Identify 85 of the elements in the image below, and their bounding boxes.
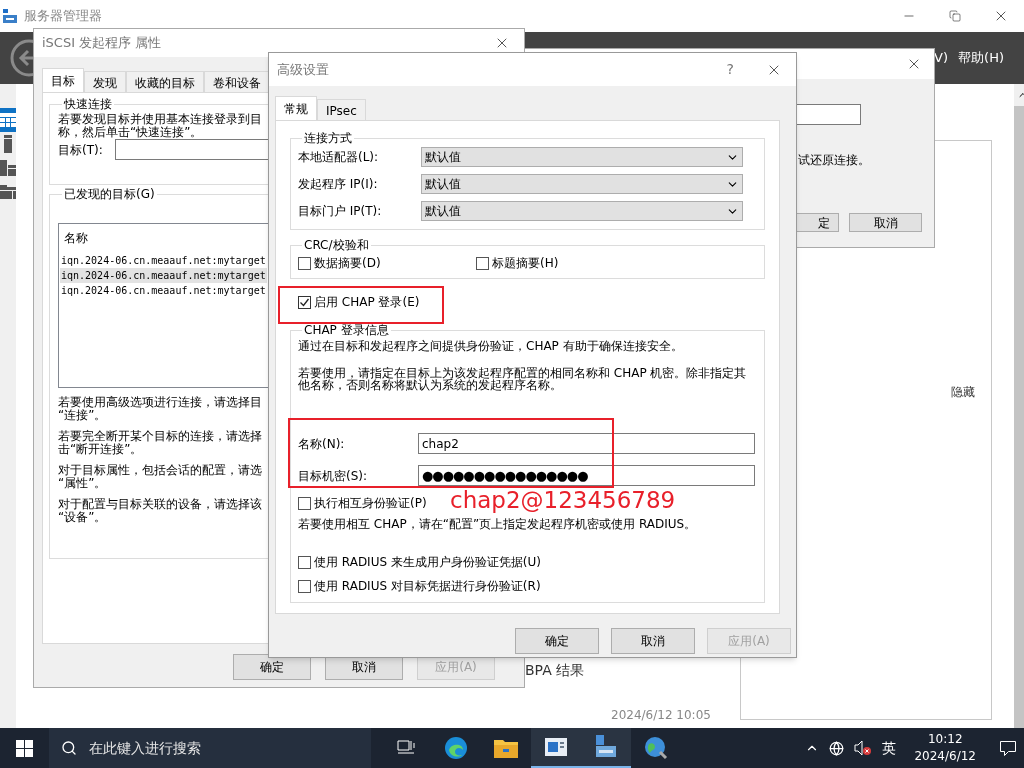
restore-icon[interactable]	[949, 10, 961, 22]
tab[interactable]: 收藏的目标	[126, 71, 204, 92]
checkbox-label: 执行相互身份验证(P)	[314, 495, 427, 512]
group-label: CHAP 登录信息	[303, 322, 390, 339]
description-text: 若要使用，请指定在目标上为该发起程序配置的相同名称和 CHAP 机密。除非指定其他名称，否则名称将默认为系统的发起程序名称。	[298, 367, 748, 391]
tab[interactable]: 卷和设备	[204, 71, 270, 92]
tab[interactable]: 发现	[84, 71, 126, 92]
tab[interactable]: IPsec	[317, 99, 366, 120]
folder-icon	[0, 185, 16, 199]
notification-icon[interactable]	[1000, 740, 1016, 756]
dropdown[interactable]: 默认值	[421, 147, 743, 167]
dialog-button[interactable]: 确定	[515, 628, 599, 654]
help-line: 若要完全断开某个目标的连接，请选择	[58, 430, 262, 443]
globe-icon[interactable]	[644, 736, 668, 760]
group-label: 连接方式	[303, 130, 353, 147]
help-glyph[interactable]: ?	[726, 59, 734, 80]
note-text: 若要使用相互 CHAP，请在“配置”页上指定发起程序机密或使用 RADIUS。	[298, 516, 697, 533]
clock-date[interactable]: 2024/6/12	[914, 748, 976, 765]
column-header[interactable]: 名称	[64, 229, 88, 247]
help-line: “设备”。	[58, 511, 107, 524]
checkbox-label: 标题摘要(H)	[492, 255, 559, 272]
search-field[interactable]: 在此键入进行搜索	[49, 728, 371, 768]
list-row[interactable]: iqn.2024-06.cn.meaauf.net:mytarget	[60, 283, 267, 298]
dropdown[interactable]: 默认值	[421, 174, 743, 194]
group-label: 快速连接	[63, 96, 113, 113]
window-title: 服务器管理器	[24, 7, 102, 26]
list-row[interactable]: iqn.2024-06.cn.meaauf.net:mytarget	[60, 268, 267, 283]
folder-icon[interactable]	[494, 738, 518, 758]
field-label: 目标机密(S):	[298, 467, 369, 485]
field-label: 名称(N):	[298, 435, 346, 453]
dialog-title: 高级设置	[277, 60, 329, 79]
checkbox[interactable]	[476, 256, 489, 270]
description-line: 若要发现目标并使用基本连接登录到目	[58, 113, 262, 126]
checkbox-label: 启用 CHAP 登录(E)	[314, 294, 420, 311]
input-field[interactable]: chap2	[418, 433, 755, 454]
checkbox-label: 使用 RADIUS 对目标凭据进行身份验证(R)	[314, 578, 541, 595]
windows-logo-icon[interactable]	[16, 739, 33, 757]
description-text: 通过在目标和发起程序之间提供身份验证，CHAP 有助于确保连接安全。	[298, 339, 683, 353]
group-label: 已发现的目标(G)	[63, 186, 156, 203]
help-line: “连接”。	[58, 409, 107, 422]
app-window-icon[interactable]	[545, 738, 567, 756]
checkbox[interactable]	[298, 295, 311, 309]
browser-icon[interactable]	[444, 736, 468, 760]
checkbox-label: 数据摘要(D)	[314, 255, 381, 272]
tile-title: BPA 结果	[525, 661, 585, 680]
servers-icon	[0, 160, 16, 176]
message-text: 试还原连接。	[798, 152, 871, 169]
clock-time[interactable]: 10:12	[927, 731, 963, 748]
server-manager-icon[interactable]	[594, 735, 618, 759]
search-icon	[61, 740, 77, 756]
menu-item[interactable]: 帮助(H)	[958, 48, 1004, 68]
dialog-button[interactable]: 确定	[233, 654, 311, 680]
field-label: 本地适配器(L):	[298, 149, 380, 166]
tab[interactable]: 目标	[42, 68, 84, 92]
dialog-button[interactable]: 取消	[849, 213, 922, 232]
list-row[interactable]: iqn.2024-06.cn.meaauf.net:mytarget	[60, 253, 267, 268]
ime-indicator[interactable]: 英	[882, 737, 897, 759]
task-view-icon[interactable]	[397, 740, 415, 756]
help-line: 击“断开连接”。	[58, 443, 143, 456]
network-icon[interactable]	[829, 740, 845, 756]
field-label: 目标门户 IP(T):	[298, 203, 383, 220]
help-line: 对于目标属性，包括会话的配置，请选	[58, 464, 262, 477]
hide-link[interactable]: 隐藏	[951, 383, 975, 719]
muted-speaker-icon[interactable]	[854, 740, 873, 756]
checkbox[interactable]	[298, 555, 311, 569]
help-line: “属性”。	[58, 477, 107, 490]
sidebar-item[interactable]	[0, 108, 16, 132]
annotation-text: chap2@123456789	[450, 488, 676, 513]
dialog-title: iSCSI 发起程序 属性	[42, 34, 162, 53]
dropdown[interactable]: 默认值	[421, 201, 743, 221]
tab[interactable]: 常规	[275, 96, 317, 120]
server-icon	[4, 135, 12, 153]
checkbox-label: 使用 RADIUS 来生成用户身份验证凭据(U)	[314, 554, 541, 571]
checkbox[interactable]	[298, 496, 311, 510]
help-line: 若要使用高级选项进行连接，请选择目	[58, 396, 262, 409]
field-label: 目标(T):	[58, 141, 103, 159]
menu-item[interactable]: V)	[934, 48, 949, 68]
description-line: 称，然后单击“快速连接”。	[58, 126, 203, 139]
group-label: CRC/校验和	[303, 237, 370, 254]
checkbox[interactable]	[298, 579, 311, 593]
timestamp: 2024/6/12 10:05	[611, 707, 711, 724]
field-label: 发起程序 IP(I):	[298, 176, 379, 193]
checkbox[interactable]	[298, 256, 311, 270]
dialog-button[interactable]: 取消	[611, 628, 695, 654]
help-line: 对于配置与目标关联的设备，请选择该	[58, 498, 262, 511]
